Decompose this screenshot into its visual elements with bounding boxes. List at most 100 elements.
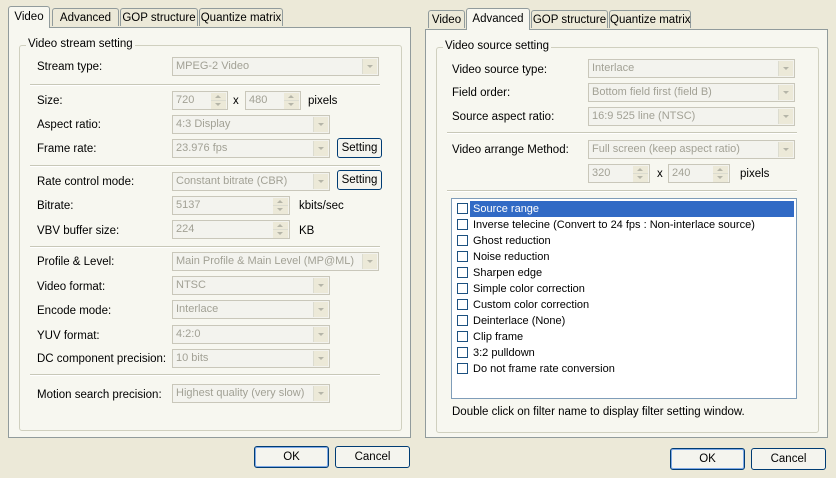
spin-up-icon[interactable] [273,198,288,206]
spin-down-icon[interactable] [211,101,226,109]
stream-type-label: Stream type: [37,61,103,73]
size-height-spinner[interactable]: 480 [245,91,301,110]
filter-hint-text: Double click on filter name to display f… [452,406,745,418]
filter-name: Sharpen edge [473,267,543,279]
spin-down-icon[interactable] [713,174,728,182]
spin-down-icon[interactable] [273,230,288,238]
video-format-value: NTSC [176,279,206,291]
chevron-down-icon [313,117,328,132]
source-aspect-ratio-combo[interactable]: 16:9 525 line (NTSC) [588,107,795,126]
yuv-format-label: YUV format: [37,330,100,342]
right-ok-button[interactable]: OK [670,448,745,470]
checkbox-icon[interactable] [457,203,468,214]
filter-list-item[interactable]: Clip frame [454,329,794,345]
rate-control-mode-combo[interactable]: Constant bitrate (CBR) [172,172,330,191]
filter-list[interactable]: Source range Inverse telecine (Convert to… [451,198,797,399]
rate-control-setting-button[interactable]: Setting [337,170,382,190]
checkbox-icon[interactable] [457,267,468,278]
filter-list-item[interactable]: Source range [454,201,794,217]
profile-level-combo[interactable]: Main Profile & Main Level (MP@ML) [172,252,379,271]
bitrate-label: Bitrate: [37,200,74,212]
field-order-value: Bottom field first (field B) [592,86,712,98]
video-arrange-method-value: Full screen (keep aspect ratio) [592,143,740,155]
checkbox-icon[interactable] [457,315,468,326]
filter-name: Clip frame [473,331,524,343]
checkbox-icon[interactable] [457,251,468,262]
left-tab-quantize-matrix[interactable]: Quantize matrix [199,8,283,26]
size-unit-label: pixels [308,95,338,107]
checkbox-icon[interactable] [457,283,468,294]
yuv-format-value: 4:2:0 [176,328,201,340]
chevron-down-icon [313,351,328,366]
video-source-type-value: Interlace [592,62,635,74]
frame-rate-setting-button[interactable]: Setting [337,138,382,158]
aspect-ratio-combo[interactable]: 4:3 Display [172,115,330,134]
checkbox-icon[interactable] [457,299,468,310]
separator [447,132,797,134]
checkbox-icon[interactable] [457,347,468,358]
frame-rate-label: Frame rate: [37,143,97,155]
bitrate-spinner[interactable]: 5137 [172,196,290,215]
spin-up-icon[interactable] [211,93,226,101]
filter-list-item[interactable]: Deinterlace (None) [454,313,794,329]
size-label: Size: [37,95,63,107]
filter-list-item[interactable]: Custom color correction [454,297,794,313]
spin-down-icon[interactable] [633,174,648,182]
video-source-type-combo[interactable]: Interlace [588,59,795,78]
checkbox-icon[interactable] [457,363,468,374]
right-tab-advanced[interactable]: Advanced [466,8,530,30]
right-cancel-button[interactable]: Cancel [751,448,826,470]
field-order-label: Field order: [452,87,511,99]
spin-up-icon[interactable] [284,93,299,101]
left-ok-button[interactable]: OK [254,446,329,468]
frame-rate-combo[interactable]: 23.976 fps [172,139,330,158]
checkbox-icon[interactable] [457,219,468,230]
spin-up-icon[interactable] [713,166,728,174]
chevron-down-icon [313,278,328,293]
motion-search-precision-combo[interactable]: Highest quality (very slow) [172,384,330,403]
checkbox-icon[interactable] [457,235,468,246]
group-title: Video stream setting [26,38,135,50]
left-tab-video[interactable]: Video [8,6,50,28]
vbv-buffer-size-spinner[interactable]: 224 [172,220,290,239]
size-width-spinner[interactable]: 720 [172,91,228,110]
spin-up-icon[interactable] [273,222,288,230]
chevron-down-icon [362,254,377,269]
stream-type-combo[interactable]: MPEG-2 Video [172,57,379,76]
arrange-unit-label: pixels [740,168,770,180]
filter-list-item[interactable]: Simple color correction [454,281,794,297]
checkbox-icon[interactable] [457,331,468,342]
right-tab-gop-structure[interactable]: GOP structure [531,10,608,28]
filter-list-item[interactable]: Ghost reduction [454,233,794,249]
chevron-down-icon [313,386,328,401]
filter-name: Source range [470,201,794,217]
filter-list-item[interactable]: Noise reduction [454,249,794,265]
right-tab-quantize-matrix[interactable]: Quantize matrix [609,10,691,28]
spin-down-icon[interactable] [273,206,288,214]
dc-precision-combo[interactable]: 10 bits [172,349,330,368]
size-height-value: 480 [249,94,268,106]
arrange-width-spinner[interactable]: 320 [588,164,650,183]
filter-name: Noise reduction [473,251,550,263]
left-tab-gop-structure[interactable]: GOP structure [120,8,198,26]
separator [30,84,380,86]
right-tab-video[interactable]: Video [428,10,465,28]
encode-mode-combo[interactable]: Interlace [172,300,330,319]
vbv-buffer-size-value: 224 [176,223,195,235]
source-aspect-ratio-value: 16:9 525 line (NTSC) [592,110,696,122]
filter-name: Simple color correction [473,283,585,295]
spin-down-icon[interactable] [284,101,299,109]
arrange-height-spinner[interactable]: 240 [668,164,730,183]
filter-name: Inverse telecine (Convert to 24 fps : No… [473,219,755,231]
filter-list-item[interactable]: Do not frame rate conversion [454,361,794,377]
field-order-combo[interactable]: Bottom field first (field B) [588,83,795,102]
yuv-format-combo[interactable]: 4:2:0 [172,325,330,344]
left-cancel-button[interactable]: Cancel [335,446,410,468]
filter-list-item[interactable]: 3:2 pulldown [454,345,794,361]
filter-list-item[interactable]: Inverse telecine (Convert to 24 fps : No… [454,217,794,233]
left-tab-advanced[interactable]: Advanced [52,8,119,26]
video-arrange-method-combo[interactable]: Full screen (keep aspect ratio) [588,140,795,159]
video-format-combo[interactable]: NTSC [172,276,330,295]
spin-up-icon[interactable] [633,166,648,174]
filter-list-item[interactable]: Sharpen edge [454,265,794,281]
